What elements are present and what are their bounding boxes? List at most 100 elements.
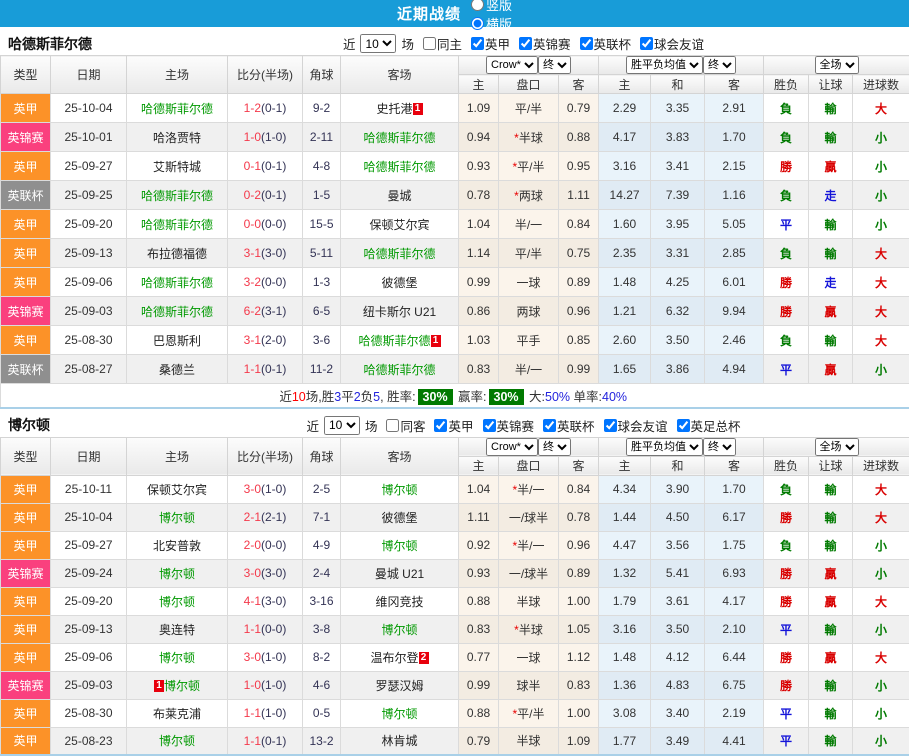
team-link[interactable]: 博尔顿: [159, 595, 195, 609]
team-link[interactable]: 布莱克浦: [153, 707, 201, 721]
home-team-cell[interactable]: 巴恩斯利: [127, 326, 228, 355]
league-filter-checkbox[interactable]: [434, 419, 447, 432]
home-team-cell[interactable]: 布拉德福德: [127, 239, 228, 268]
odds-company-select[interactable]: Crow*: [486, 56, 538, 74]
odds-time-select[interactable]: 终: [538, 56, 571, 74]
home-team-cell[interactable]: 哈德斯菲尔德: [127, 268, 228, 297]
home-team-cell[interactable]: 哈德斯菲尔德: [127, 94, 228, 123]
league-filter[interactable]: 英足总杯: [671, 416, 741, 435]
away-team-cell[interactable]: 史托港1: [341, 94, 459, 123]
league-filter[interactable]: 英甲: [428, 416, 473, 435]
team-link[interactable]: 温布尔登: [370, 651, 418, 665]
away-team-cell[interactable]: 维冈竞技: [341, 587, 459, 615]
away-team-cell[interactable]: 曼城 U21: [341, 559, 459, 587]
team-link[interactable]: 布拉德福德: [147, 247, 207, 261]
odds-time-select[interactable]: 终: [538, 438, 571, 456]
league-filter-checkbox[interactable]: [580, 37, 593, 50]
league-filter-checkbox[interactable]: [677, 419, 690, 432]
home-team-cell[interactable]: 奥连特: [127, 615, 228, 643]
layout-radio-option[interactable]: 横版: [465, 14, 512, 33]
team-link[interactable]: 博尔顿: [164, 679, 200, 693]
odds-company-select[interactable]: Crow*: [486, 438, 538, 456]
home-team-cell[interactable]: 1博尔顿: [127, 671, 228, 699]
layout-radio[interactable]: [471, 0, 484, 11]
away-team-cell[interactable]: 哈德斯菲尔德: [341, 123, 459, 152]
team-link[interactable]: 曼城 U21: [375, 567, 424, 581]
team-link[interactable]: 哈德斯菲尔德: [141, 102, 213, 116]
away-team-cell[interactable]: 纽卡斯尔 U21: [341, 297, 459, 326]
team-link[interactable]: 哈德斯菲尔德: [141, 305, 213, 319]
team-link[interactable]: 奥连特: [159, 623, 195, 637]
away-team-cell[interactable]: 林肯城: [341, 727, 459, 755]
team-link[interactable]: 哈德斯菲尔德: [363, 247, 435, 261]
league-filter[interactable]: 球会友谊: [598, 416, 668, 435]
team-link[interactable]: 博尔顿: [159, 651, 195, 665]
home-team-cell[interactable]: 哈德斯菲尔德: [127, 210, 228, 239]
team-link[interactable]: 博尔顿: [381, 539, 417, 553]
away-team-cell[interactable]: 罗瑟汉姆: [341, 671, 459, 699]
layout-radio[interactable]: [471, 17, 484, 30]
home-team-cell[interactable]: 布莱克浦: [127, 699, 228, 727]
away-team-cell[interactable]: 博尔顿: [341, 615, 459, 643]
scope-select[interactable]: 全场: [815, 56, 859, 74]
home-team-cell[interactable]: 北安普敦: [127, 531, 228, 559]
team-link[interactable]: 哈德斯菲尔德: [358, 334, 430, 348]
same-venue-filter[interactable]: 同主: [417, 34, 462, 53]
mean-time-select[interactable]: 终: [703, 56, 736, 74]
team-link[interactable]: 博尔顿: [159, 511, 195, 525]
home-team-cell[interactable]: 博尔顿: [127, 643, 228, 671]
away-team-cell[interactable]: 温布尔登2: [341, 643, 459, 671]
away-team-cell[interactable]: 哈德斯菲尔德1: [341, 326, 459, 355]
team-link[interactable]: 保顿艾尔宾: [369, 218, 429, 232]
same-venue-checkbox[interactable]: [423, 37, 436, 50]
team-link[interactable]: 彼德堡: [381, 511, 417, 525]
away-team-cell[interactable]: 哈德斯菲尔德: [341, 355, 459, 384]
league-filter-checkbox[interactable]: [543, 419, 556, 432]
away-team-cell[interactable]: 彼德堡: [341, 503, 459, 531]
match-count-select[interactable]: 10: [324, 416, 360, 435]
away-team-cell[interactable]: 博尔顿: [341, 475, 459, 503]
league-filter[interactable]: 英甲: [465, 34, 510, 53]
team-link[interactable]: 哈德斯菲尔德: [363, 363, 435, 377]
team-link[interactable]: 哈德斯菲尔德: [141, 189, 213, 203]
home-team-cell[interactable]: 博尔顿: [127, 503, 228, 531]
team-link[interactable]: 哈德斯菲尔德: [141, 218, 213, 232]
team-link[interactable]: 桑德兰: [159, 363, 195, 377]
team-link[interactable]: 哈德斯菲尔德: [141, 276, 213, 290]
mean-time-select[interactable]: 终: [703, 438, 736, 456]
home-team-cell[interactable]: 哈洛贾特: [127, 123, 228, 152]
league-filter-checkbox[interactable]: [519, 37, 532, 50]
team-link[interactable]: 博尔顿: [381, 707, 417, 721]
league-filter-checkbox[interactable]: [483, 419, 496, 432]
team-link[interactable]: 保顿艾尔宾: [147, 483, 207, 497]
league-filter-checkbox[interactable]: [604, 419, 617, 432]
team-link[interactable]: 巴恩斯利: [153, 334, 201, 348]
home-team-cell[interactable]: 哈德斯菲尔德: [127, 297, 228, 326]
league-filter[interactable]: 球会友谊: [634, 34, 704, 53]
team-link[interactable]: 罗瑟汉姆: [375, 679, 423, 693]
league-filter[interactable]: 英锦赛: [513, 34, 571, 53]
home-team-cell[interactable]: 博尔顿: [127, 727, 228, 755]
home-team-cell[interactable]: 保顿艾尔宾: [127, 475, 228, 503]
league-filter[interactable]: 英联杯: [574, 34, 632, 53]
away-team-cell[interactable]: 博尔顿: [341, 531, 459, 559]
team-link[interactable]: 博尔顿: [381, 483, 417, 497]
team-link[interactable]: 哈德斯菲尔德: [363, 160, 435, 174]
away-team-cell[interactable]: 哈德斯菲尔德: [341, 239, 459, 268]
team-link[interactable]: 哈洛贾特: [153, 131, 201, 145]
team-link[interactable]: 博尔顿: [159, 734, 195, 748]
home-team-cell[interactable]: 艾斯特城: [127, 152, 228, 181]
layout-radio-option[interactable]: 竖版: [465, 0, 512, 14]
match-count-select[interactable]: 10: [360, 34, 396, 53]
home-team-cell[interactable]: 哈德斯菲尔德: [127, 181, 228, 210]
team-link[interactable]: 艾斯特城: [153, 160, 201, 174]
team-link[interactable]: 彼德堡: [381, 276, 417, 290]
team-link[interactable]: 曼城: [387, 189, 411, 203]
home-team-cell[interactable]: 桑德兰: [127, 355, 228, 384]
home-team-cell[interactable]: 博尔顿: [127, 559, 228, 587]
league-filter-checkbox[interactable]: [640, 37, 653, 50]
league-filter-checkbox[interactable]: [471, 37, 484, 50]
team-link[interactable]: 北安普敦: [153, 539, 201, 553]
team-link[interactable]: 纽卡斯尔 U21: [363, 305, 436, 319]
same-venue-checkbox[interactable]: [386, 419, 399, 432]
